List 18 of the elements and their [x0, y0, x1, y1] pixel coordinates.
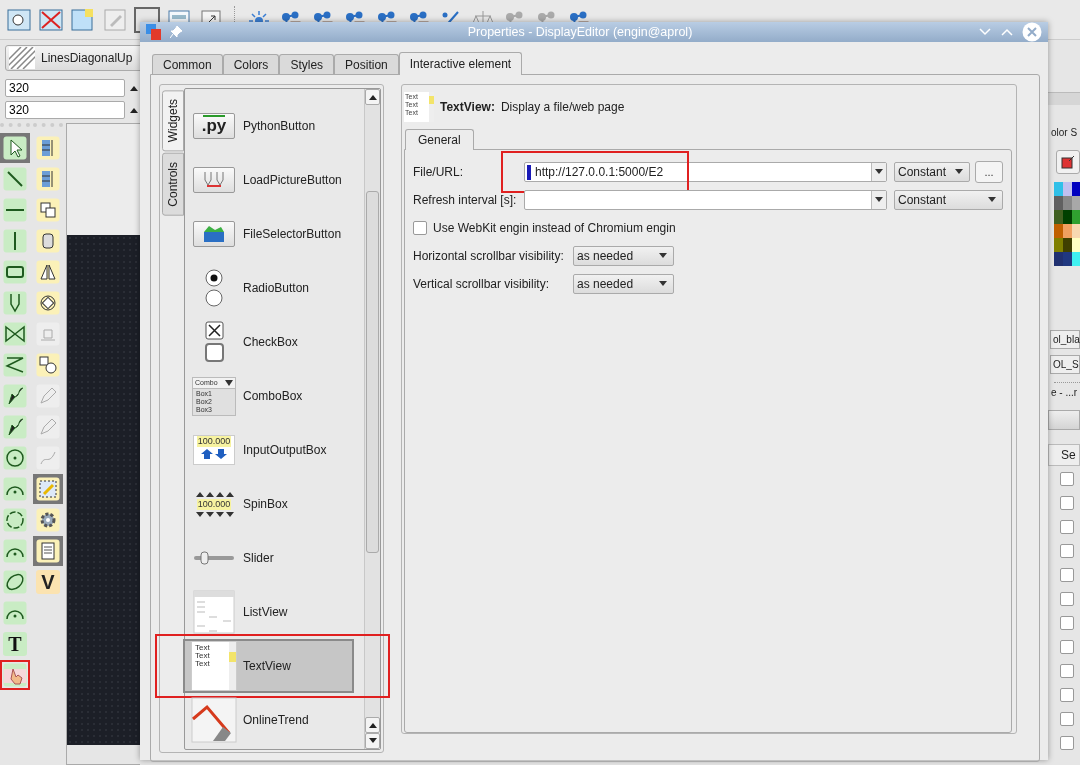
panel-label: e - ...r [1050, 387, 1079, 398]
preview-text: Text [195, 660, 211, 668]
checkbox-label: Use WebKit engin instead of Chromium engin [433, 221, 676, 235]
field-label: Horizontal scrollbar visibility: [413, 249, 565, 263]
preview-text: Text [195, 652, 211, 660]
field-value: OL_S [1050, 355, 1080, 374]
field-label: Refresh interval [s]: [413, 193, 518, 207]
preview-text: Text [195, 644, 211, 652]
field-label: File/URL: [413, 165, 464, 179]
widget-name: TextView: [440, 100, 495, 114]
field-label: Vertical scrollbar visibility: [413, 277, 551, 291]
widget-description: Display a file/web page [500, 100, 625, 114]
preview-text: 100.000 [196, 436, 232, 447]
window-title: Properties - DisplayEditor (engin@aprol) [466, 25, 694, 39]
preview-text: .py [201, 117, 227, 135]
panel-label: olor S [1050, 127, 1079, 138]
preview-text: 100.000 [196, 498, 232, 510]
field-value: ol_bla [1050, 330, 1080, 349]
